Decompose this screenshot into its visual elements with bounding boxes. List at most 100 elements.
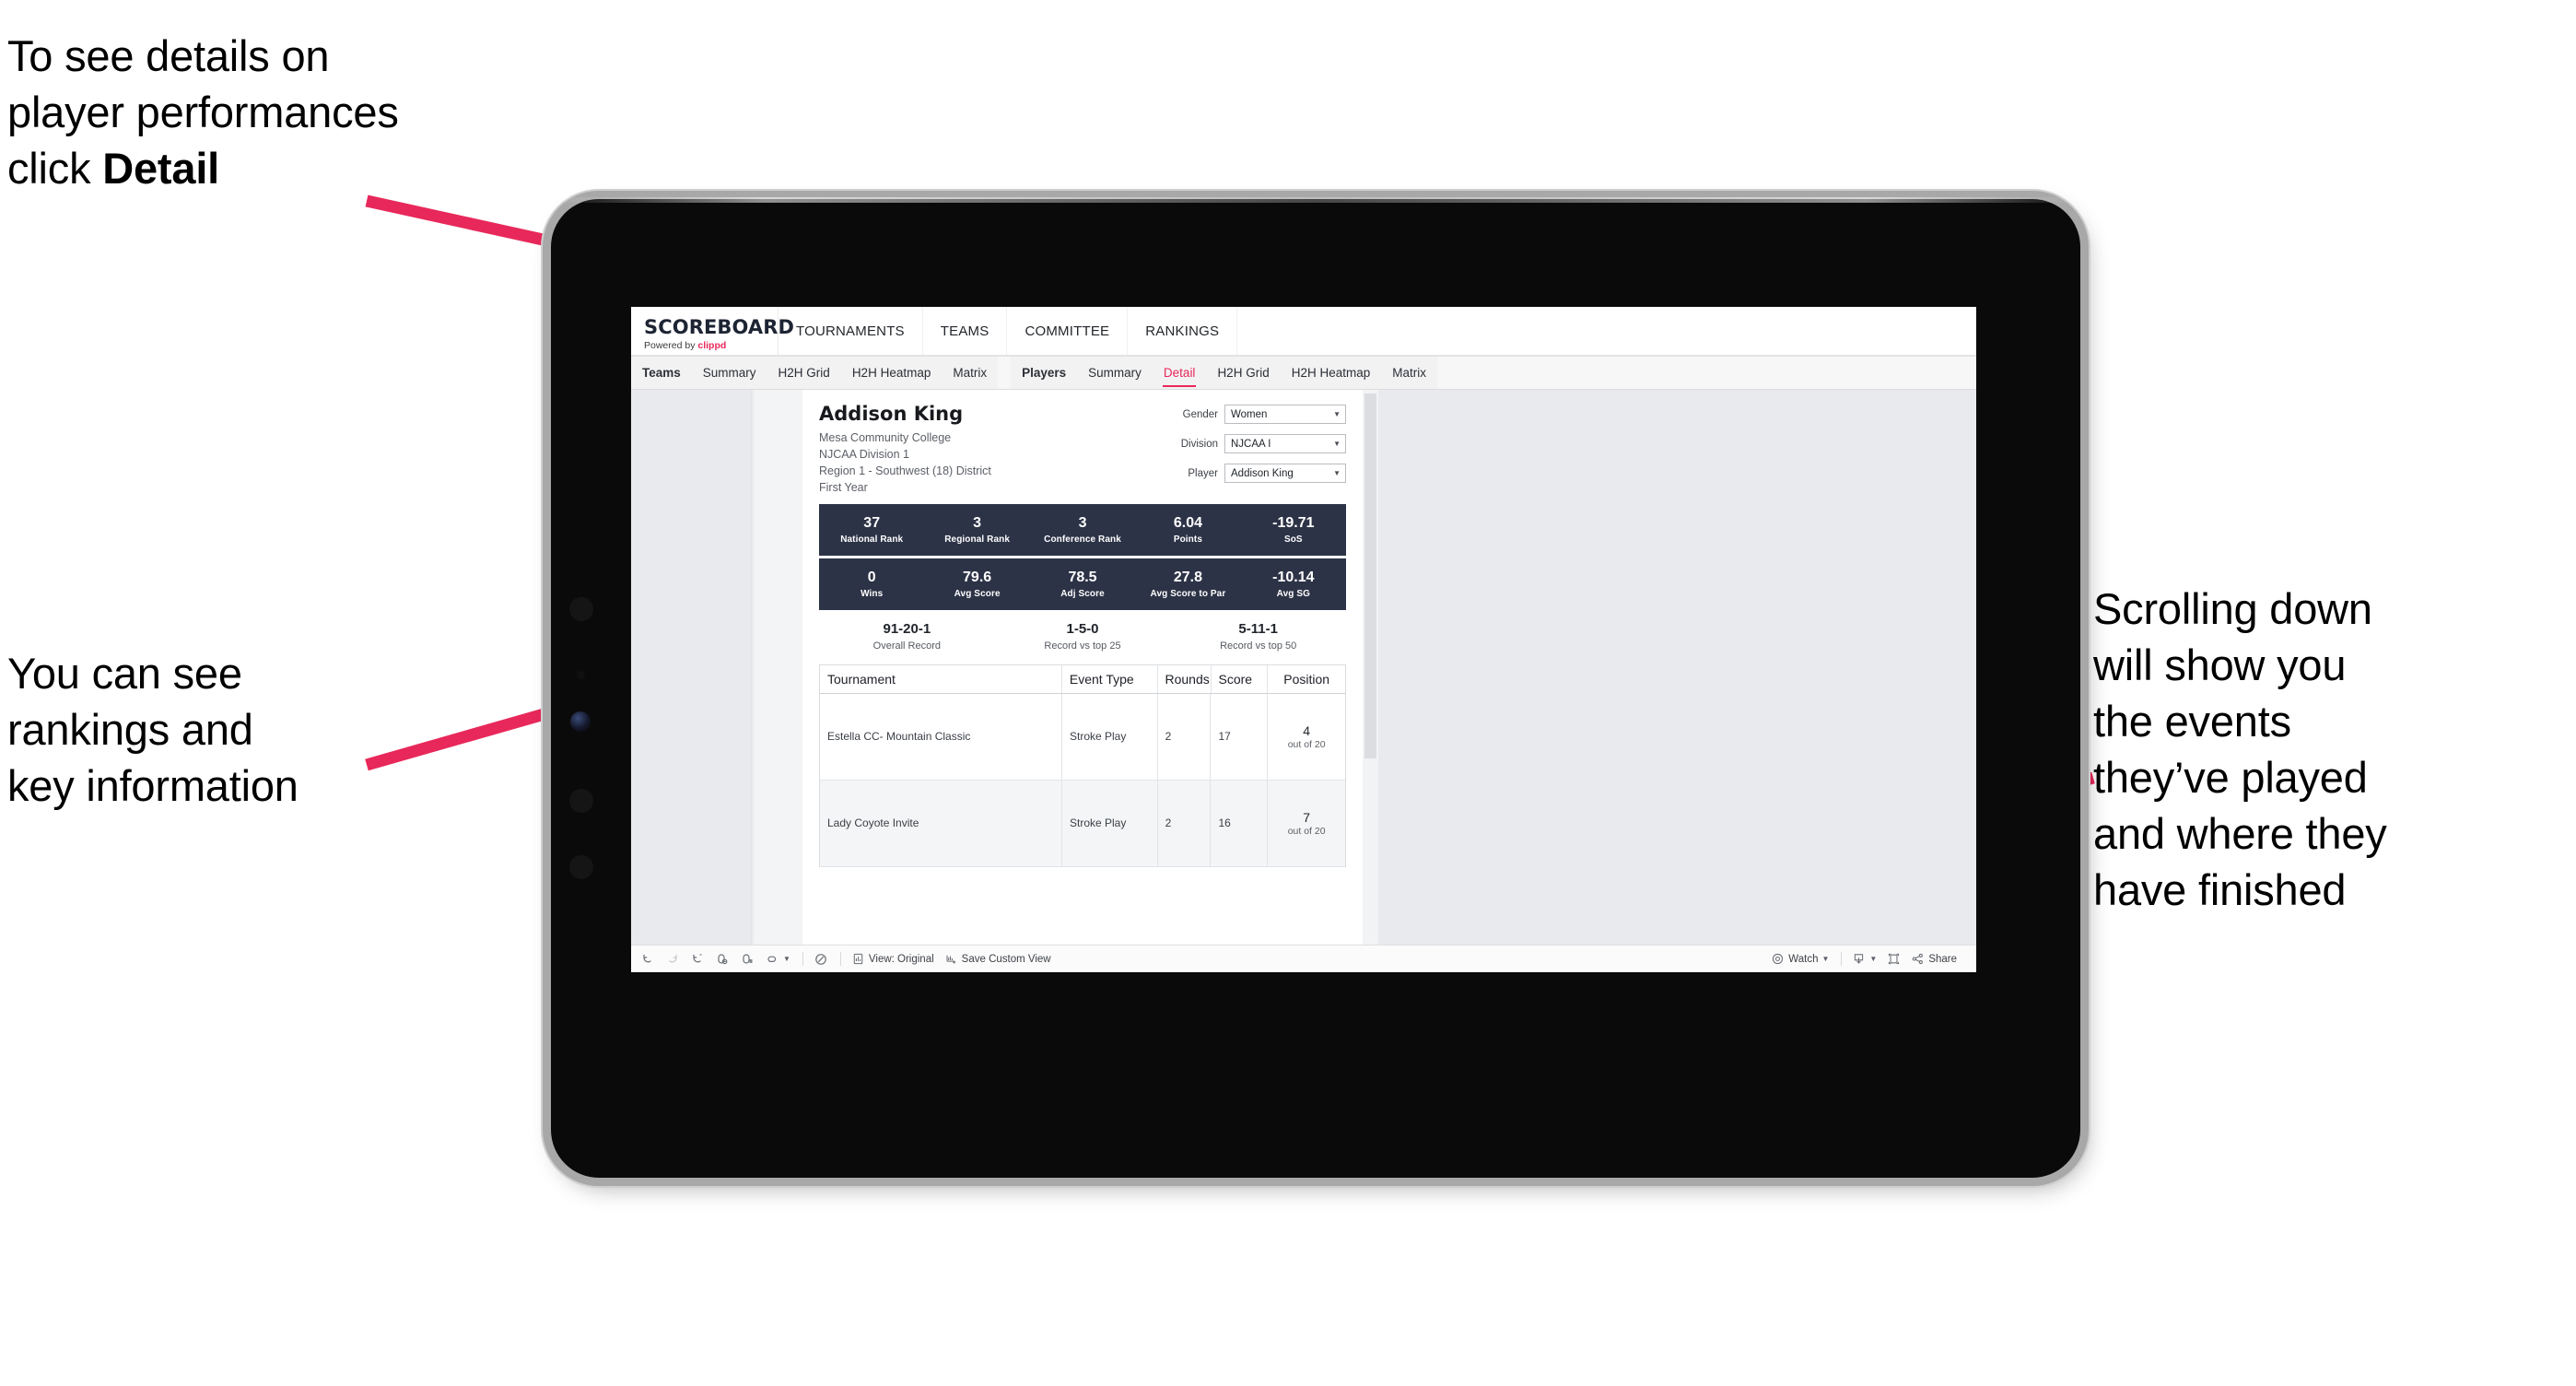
pause-button[interactable]	[740, 952, 755, 967]
tab-teams-summary[interactable]: Summary	[692, 357, 767, 389]
topnav-spacer	[1237, 307, 1976, 355]
stat-value: -10.14	[1272, 570, 1315, 586]
division-filter-label: Division	[1180, 438, 1218, 450]
tab-teams-h2h-grid[interactable]: H2H Grid	[767, 357, 841, 389]
save-custom-view-label: Save Custom View	[961, 953, 1051, 965]
tab-players[interactable]: Players	[1011, 357, 1077, 389]
redo-button[interactable]	[665, 952, 680, 967]
chevron-down-icon: ▼	[1821, 955, 1830, 963]
download-button[interactable]: ▼	[1852, 952, 1877, 966]
table-row[interactable]: Lady Coyote Invite Stroke Play 2 16 7 ou…	[820, 780, 1345, 867]
tab-players-summary[interactable]: Summary	[1077, 357, 1153, 389]
brand-title: SCOREBOARD	[644, 315, 795, 338]
save-custom-view-button[interactable]: Save Custom View	[944, 952, 1051, 966]
stat-value: 0	[867, 570, 876, 586]
fullscreen-button[interactable]	[1887, 952, 1901, 966]
sensor-dot-icon	[577, 671, 585, 679]
view-original-button[interactable]: View: Original	[851, 952, 934, 966]
record-label: Record vs top 25	[1044, 640, 1121, 652]
topnav-item-rankings[interactable]: RANKINGS	[1128, 307, 1238, 355]
stat-value: -19.71	[1272, 515, 1315, 532]
position-number: 7	[1303, 809, 1311, 825]
column-header-score[interactable]: Score	[1212, 664, 1269, 693]
division-filter-row: Division NJCAA I ▼	[1181, 434, 1346, 453]
stat-avg-score: 79.6 Avg Score	[924, 570, 1029, 599]
player-select-value: Addison King	[1231, 467, 1294, 479]
topnav-item-tournaments[interactable]: TOURNAMENTS	[779, 307, 923, 355]
gender-filter-label: Gender	[1182, 408, 1218, 420]
fullscreen-icon	[1889, 953, 1900, 965]
filter-selectors: Gender Women ▼ Division NJCAA I ▼ Player…	[1181, 403, 1346, 496]
tablet-top-rim-highlight	[551, 197, 2080, 203]
stat-conference-rank: 3 Conference Rank	[1030, 515, 1135, 545]
zoom-icon	[767, 956, 777, 962]
camera-dot-1-icon	[569, 597, 593, 621]
view-icon	[853, 953, 863, 965]
cell-tournament: Estella CC- Mountain Classic	[820, 693, 1062, 780]
topnav-item-committee[interactable]: COMMITTEE	[1007, 307, 1129, 355]
player-name: Addison King	[819, 403, 964, 425]
column-header-tournament[interactable]: Tournament	[820, 664, 1062, 693]
tab-players-h2h-heatmap[interactable]: H2H Heatmap	[1281, 357, 1382, 389]
tabgroup-teams: Teams Summary H2H Grid H2H Heatmap Matri…	[631, 357, 999, 389]
share-icon	[1913, 953, 1924, 965]
undo-button[interactable]	[640, 952, 655, 967]
alert-button[interactable]	[814, 952, 828, 967]
column-header-rounds[interactable]: Rounds	[1158, 664, 1212, 693]
revert-icon	[693, 953, 702, 962]
cell-score: 16	[1211, 780, 1269, 866]
sheet-shadow	[751, 390, 755, 945]
stat-value: 3	[973, 515, 982, 532]
cell-position: 4 out of 20	[1268, 694, 1345, 780]
player-year: First Year	[819, 481, 868, 495]
vertical-scrollbar-thumb[interactable]	[1364, 393, 1376, 758]
record-vs-top-25: 1-5-0 Record vs top 25	[995, 622, 1171, 652]
zoom-dropdown-button[interactable]: ▼	[765, 952, 790, 967]
stat-label: Points	[1173, 534, 1202, 545]
stat-label: SoS	[1283, 534, 1303, 545]
camera-dot-2-icon	[569, 789, 593, 813]
stat-label: Wins	[861, 588, 884, 599]
stat-regional-rank: 3 Regional Rank	[924, 515, 1029, 545]
stat-label: Avg SG	[1276, 588, 1310, 599]
topnav-item-teams[interactable]: TEAMS	[923, 307, 1008, 355]
table-header-row: Tournament Event Type Rounds Score Posit…	[820, 664, 1345, 694]
cell-score: 17	[1211, 693, 1269, 780]
screenshot-root: To see details on player performances cl…	[0, 0, 2576, 1386]
stat-national-rank: 37 National Rank	[819, 515, 924, 545]
refresh-button[interactable]	[715, 952, 730, 967]
vertical-scrollbar[interactable]	[1363, 390, 1378, 945]
share-label: Share	[1928, 953, 1957, 965]
toolbar-separator	[1841, 952, 1843, 966]
toolbar-separator	[839, 952, 841, 966]
tab-players-detail[interactable]: Detail	[1153, 357, 1207, 389]
player-select[interactable]: Addison King ▼	[1224, 464, 1346, 483]
annotation-rankings: You can see rankings and key information	[7, 649, 299, 811]
watch-icon	[1773, 953, 1784, 965]
stat-wins: 0 Wins	[819, 570, 924, 599]
tab-teams-matrix[interactable]: Matrix	[942, 357, 998, 389]
tablet-device: SCOREBOARD Powered by clippd TOURNAMENTS…	[551, 197, 2080, 1178]
player-detail-sheet: Addison King Mesa Community College NJCA…	[751, 390, 1363, 945]
revert-button[interactable]	[690, 952, 705, 967]
player-header: Addison King Mesa Community College NJCA…	[819, 403, 1346, 496]
stat-value: 79.6	[963, 570, 992, 586]
player-school: Mesa Community College	[819, 431, 952, 445]
brand-logo[interactable]: SCOREBOARD Powered by clippd	[631, 307, 795, 355]
table-row[interactable]: Estella CC- Mountain Classic Stroke Play…	[820, 693, 1345, 781]
cell-event-type: Stroke Play	[1062, 693, 1158, 780]
stat-label: Regional Rank	[944, 534, 1010, 545]
gender-select-value: Women	[1231, 408, 1268, 420]
share-button[interactable]: Share	[1911, 952, 1957, 966]
tab-players-h2h-grid[interactable]: H2H Grid	[1206, 357, 1280, 389]
column-header-position[interactable]: Position	[1268, 665, 1345, 693]
watch-button[interactable]: Watch ▼	[1771, 952, 1829, 966]
tab-teams[interactable]: Teams	[631, 357, 692, 389]
tab-teams-h2h-heatmap[interactable]: H2H Heatmap	[841, 357, 943, 389]
tab-players-matrix[interactable]: Matrix	[1381, 357, 1437, 389]
dashboard-canvas: Addison King Mesa Community College NJCA…	[631, 390, 1976, 945]
column-header-event-type[interactable]: Event Type	[1062, 664, 1158, 693]
division-select[interactable]: NJCAA I ▼	[1224, 434, 1346, 453]
front-camera-icon	[570, 711, 591, 732]
gender-select[interactable]: Women ▼	[1224, 405, 1346, 424]
